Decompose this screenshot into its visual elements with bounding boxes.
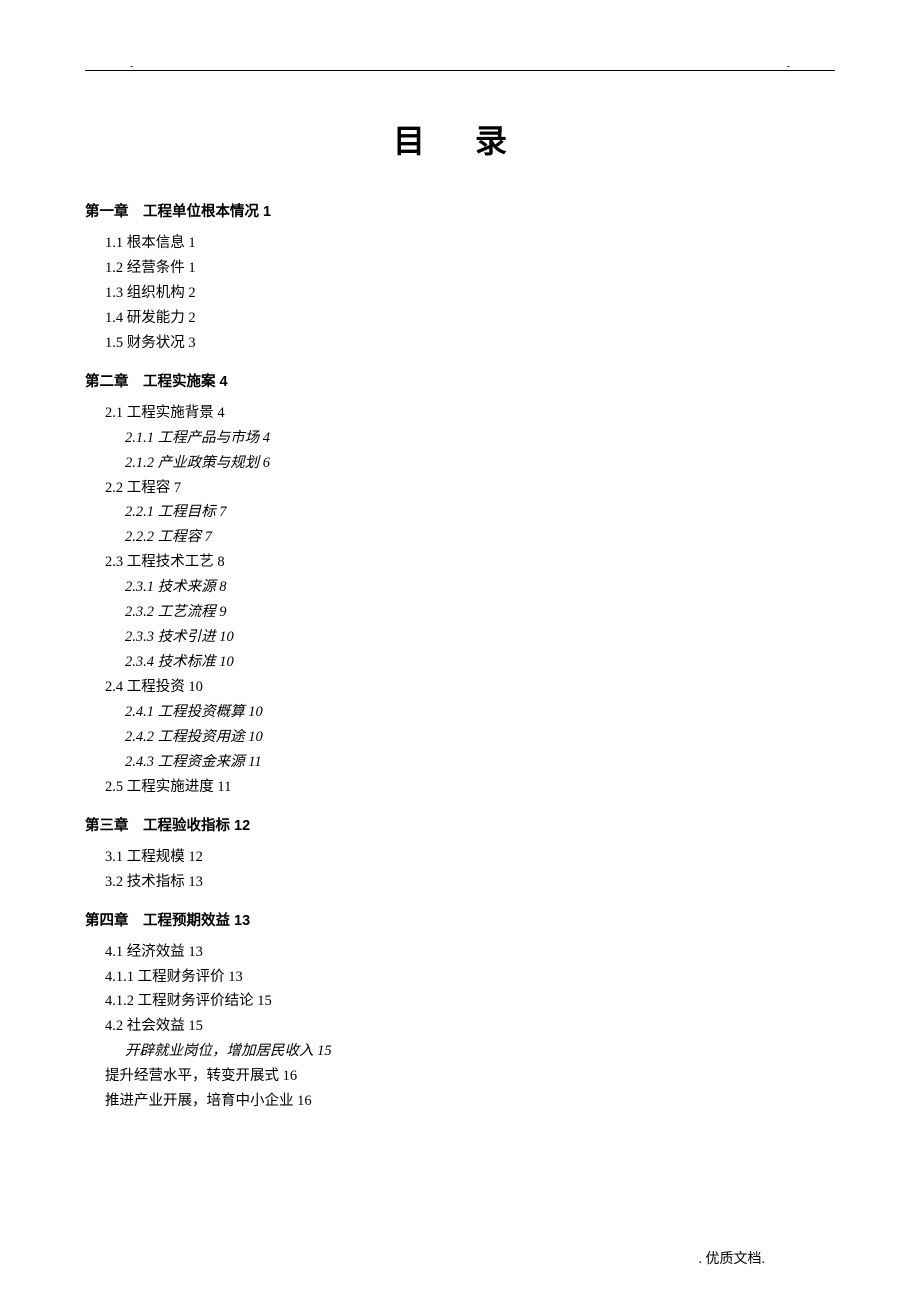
toc-entry: 2.1 工程实施背景 4 (85, 401, 835, 426)
toc-entry: 4.2 社会效益 15 (85, 1014, 835, 1039)
toc-section: 第一章 工程单位根本情况 1 1.1 根本信息 11.2 经营条件 11.3 组织… (85, 200, 835, 356)
header-mark-right: - (787, 61, 790, 72)
toc-entry: 2.3.1 技术来源 8 (85, 575, 835, 600)
header-mark-left: - (130, 61, 133, 72)
page-title: 目录 (85, 116, 835, 162)
toc-entry: 2.3 工程技术工艺 8 (85, 550, 835, 575)
toc-entry: 2.3.2 工艺流程 9 (85, 600, 835, 625)
toc-entry: 2.2.2 工程容 7 (85, 525, 835, 550)
chapter-heading: 第四章 工程预期效益 13 (85, 909, 835, 930)
toc-entry: 1.3 组织机构 2 (85, 281, 835, 306)
toc-entry: 2.3.3 技术引进 10 (85, 625, 835, 650)
header-rule: - - (85, 70, 835, 71)
toc-entry: 开辟就业岗位，增加居民收入 15 (85, 1039, 835, 1064)
toc-entry: 1.5 财务状况 3 (85, 331, 835, 356)
toc-entry: 4.1 经济效益 13 (85, 940, 835, 965)
toc-entry: 2.4.3 工程资金来源 11 (85, 750, 835, 775)
toc-entry: 2.4.1 工程投资概算 10 (85, 700, 835, 725)
toc-entry: 2.2.1 工程目标 7 (85, 500, 835, 525)
toc-section: 第三章 工程验收指标 12 3.1 工程规模 123.2 技术指标 13 (85, 814, 835, 895)
toc-entry: 2.4 工程投资 10 (85, 675, 835, 700)
toc-entry: 3.2 技术指标 13 (85, 870, 835, 895)
toc-entry: 4.1.1 工程财务评价 13 (85, 965, 835, 990)
toc-section: 第二章 工程实施案 42.1 工程实施背景 42.1.1 工程产品与市场 42.… (85, 370, 835, 800)
toc-entry: 提升经营水平，转变开展式 16 (85, 1064, 835, 1089)
toc-entry: 推进产业开展，培育中小企业 16 (85, 1089, 835, 1114)
toc-entry: 1.2 经营条件 1 (85, 256, 835, 281)
toc-entry: 1.4 研发能力 2 (85, 306, 835, 331)
toc-entry: 2.5 工程实施进度 11 (85, 775, 835, 800)
chapter-heading: 第三章 工程验收指标 12 (85, 814, 835, 835)
toc-entry: 2.2 工程容 7 (85, 476, 835, 501)
toc-section: 第四章 工程预期效益 134.1 经济效益 134.1.1 工程财务评价 134… (85, 909, 835, 1115)
toc-entry: 4.1.2 工程财务评价结论 15 (85, 989, 835, 1014)
toc-entry: 3.1 工程规模 12 (85, 845, 835, 870)
toc-entry: 2.4.2 工程投资用途 10 (85, 725, 835, 750)
table-of-contents: 第一章 工程单位根本情况 1 1.1 根本信息 11.2 经营条件 11.3 组织… (85, 200, 835, 1114)
page-container: - - 目录 第一章 工程单位根本情况 1 1.1 根本信息 11.2 经营条件 … (0, 0, 920, 1303)
toc-entry: 2.1.2 产业政策与规划 6 (85, 451, 835, 476)
chapter-heading: 第二章 工程实施案 4 (85, 370, 835, 391)
footer-text: . 优质文档. (699, 1248, 766, 1268)
chapter-heading: 第一章 工程单位根本情况 1 (85, 200, 835, 221)
toc-entry: 2.1.1 工程产品与市场 4 (85, 426, 835, 451)
toc-entry: 1.1 根本信息 1 (85, 231, 835, 256)
toc-entry: 2.3.4 技术标准 10 (85, 650, 835, 675)
